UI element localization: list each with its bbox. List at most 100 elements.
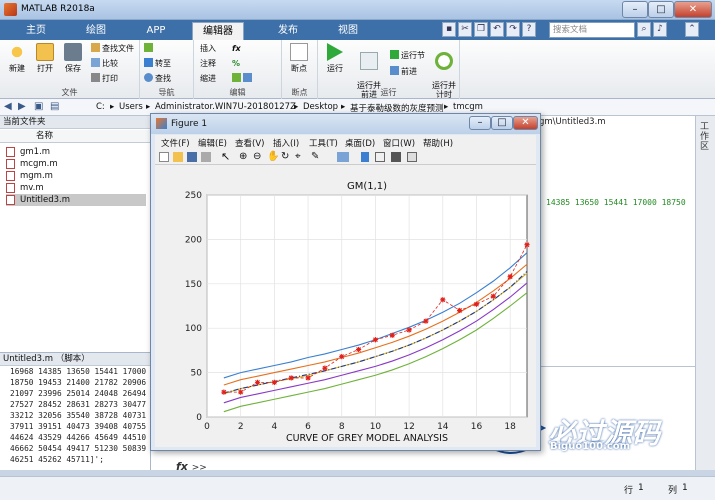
- zoom-in-icon[interactable]: ⊕: [239, 151, 247, 162]
- breakpoints-button[interactable]: 断点: [286, 43, 312, 74]
- print-figure-icon[interactable]: [201, 152, 211, 162]
- goto-line-icon[interactable]: [144, 43, 155, 55]
- breadcrumb-admin[interactable]: Administrator.WIN7U-20180127Z: [155, 102, 296, 112]
- col-value: 1: [682, 483, 688, 493]
- fig-menu-window[interactable]: 窗口(W): [383, 137, 415, 149]
- m-file-icon: [6, 171, 15, 181]
- figure-icon: [156, 118, 167, 129]
- save-figure-icon[interactable]: [187, 152, 197, 162]
- file-item[interactable]: mv.m: [6, 182, 146, 194]
- undo-icon[interactable]: ↶: [490, 22, 504, 37]
- editor-tab[interactable]: gm\Untitled3.m: [539, 117, 606, 127]
- workspace-sidebar[interactable]: 工作区: [695, 116, 715, 470]
- save-icon[interactable]: ▪: [442, 22, 456, 37]
- command-prompt[interactable]: fx >>: [176, 460, 207, 473]
- collapse-ribbon-icon[interactable]: ⌃: [685, 22, 699, 37]
- maximize-button[interactable]: □: [648, 1, 674, 18]
- x-tick-label: 14: [437, 422, 449, 432]
- fig-menu-insert[interactable]: 插入(I): [273, 137, 299, 149]
- figure-minimize-button[interactable]: –: [469, 116, 491, 130]
- colorbar-icon[interactable]: [361, 152, 369, 162]
- insert-button[interactable]: 插入: [200, 43, 216, 55]
- run-advance-icon: [360, 52, 378, 70]
- run-button[interactable]: 运行: [322, 43, 348, 74]
- fig-menu-help[interactable]: 帮助(H): [423, 137, 453, 149]
- redo-icon[interactable]: ↷: [506, 22, 520, 37]
- figure-window[interactable]: Figure 1 – □ ✕ 文件(F) 编辑(E) 查看(V) 插入(I) 工…: [150, 113, 541, 451]
- title-bar: MATLAB R2018a – □ ✕: [0, 0, 715, 20]
- indent-icon[interactable]: [232, 73, 254, 85]
- file-item[interactable]: mcgm.m: [6, 158, 146, 170]
- new-figure-icon[interactable]: [159, 152, 169, 162]
- tab-apps[interactable]: APP: [130, 22, 182, 40]
- fig-menu-edit[interactable]: 编辑(E): [198, 137, 227, 149]
- save-button[interactable]: 保存: [60, 43, 86, 74]
- figure-canvas[interactable]: 0 2 4 6 8 10 12 14 16 18 0 50 100 150 200 250 GM(1,1) CUR…: [155, 165, 536, 447]
- figure-maximize-button[interactable]: □: [491, 116, 513, 130]
- help-icon[interactable]: ?: [522, 22, 536, 37]
- tab-view[interactable]: 视图: [322, 22, 374, 40]
- detail-line: 46251 45262 45711]';: [10, 455, 104, 464]
- percent-icon[interactable]: %: [232, 58, 240, 70]
- zoom-out-icon[interactable]: ⊖: [253, 151, 261, 162]
- comment-button[interactable]: 注释: [200, 58, 216, 70]
- tab-plots[interactable]: 绘图: [70, 22, 122, 40]
- search-input[interactable]: 搜索文档: [549, 22, 635, 38]
- breadcrumb-users[interactable]: Users: [119, 102, 143, 112]
- fig-menu-file[interactable]: 文件(F): [161, 137, 190, 149]
- link-icon[interactable]: [337, 152, 349, 162]
- file-item[interactable]: gm1.m: [6, 146, 146, 158]
- figure-title-bar[interactable]: Figure 1 – □ ✕: [151, 114, 540, 134]
- open-file-icon[interactable]: [173, 152, 183, 162]
- goto-button[interactable]: 转至: [144, 58, 171, 70]
- breadcrumb-desktop[interactable]: Desktop: [303, 102, 338, 112]
- open-button[interactable]: 打开: [32, 43, 58, 74]
- close-button[interactable]: ✕: [674, 1, 712, 18]
- fx-button[interactable]: fx: [232, 43, 241, 55]
- pointer-icon[interactable]: ↖: [221, 150, 230, 163]
- back-icon[interactable]: ◀: [4, 101, 12, 112]
- find-button[interactable]: 查找: [144, 73, 171, 85]
- run-section-button[interactable]: 运行节: [390, 50, 425, 62]
- forward-icon[interactable]: ▶: [18, 101, 26, 112]
- name-column-header[interactable]: 名称: [0, 130, 150, 143]
- dock-icon[interactable]: [407, 152, 417, 162]
- tab-editor[interactable]: 编辑器: [192, 22, 244, 40]
- breadcrumb-tmcgm[interactable]: tmcgm: [453, 102, 483, 112]
- rotate-icon[interactable]: ↻: [281, 151, 289, 162]
- breakpoints-group: 断点 断点: [282, 40, 318, 99]
- new-button[interactable]: 新建: [4, 43, 30, 74]
- cut-icon[interactable]: ✂: [458, 22, 472, 37]
- brush-icon[interactable]: ✎: [311, 151, 319, 162]
- detail-line: 21097 23996 25014 24048 26494: [10, 389, 147, 398]
- search-icon[interactable]: ⌕: [637, 22, 651, 37]
- tab-publish[interactable]: 发布: [262, 22, 314, 40]
- plot-tools-icon[interactable]: [391, 152, 401, 162]
- find-files-button[interactable]: 查找文件: [91, 43, 134, 55]
- compare-button[interactable]: 比较: [91, 58, 118, 70]
- figure-close-button[interactable]: ✕: [513, 116, 538, 130]
- fig-menu-desktop[interactable]: 桌面(D): [345, 137, 375, 149]
- legend-icon[interactable]: [375, 152, 385, 162]
- notification-icon[interactable]: ♪: [653, 22, 667, 37]
- matlab-logo-icon: [4, 3, 17, 16]
- detail-line: 44624 43529 44266 45649 44510: [10, 433, 147, 442]
- print-button[interactable]: 打印: [91, 73, 118, 85]
- copy-icon[interactable]: ❐: [474, 22, 488, 37]
- chart-svg[interactable]: 0 2 4 6 8 10 12 14 16 18 0 50 100 150 200 250 GM(1,1) CUR…: [155, 165, 536, 447]
- data-cursor-icon[interactable]: ⌖: [295, 151, 301, 162]
- advance-button[interactable]: 前进: [390, 66, 417, 78]
- fig-menu-view[interactable]: 查看(V): [235, 137, 264, 149]
- indent-button[interactable]: 缩进: [200, 73, 216, 85]
- minimize-button[interactable]: –: [622, 1, 648, 18]
- fig-menu-tools[interactable]: 工具(T): [309, 137, 338, 149]
- run-section-icon: [390, 50, 399, 59]
- breadcrumb-drive[interactable]: C:: [96, 102, 105, 112]
- file-item-selected[interactable]: Untitled3.m: [6, 194, 146, 206]
- folder-up-icon[interactable]: ▣: [34, 101, 43, 112]
- browse-icon[interactable]: ▤: [50, 101, 59, 112]
- file-item[interactable]: mgm.m: [6, 170, 146, 182]
- pan-icon[interactable]: ✋: [267, 151, 279, 162]
- tab-home[interactable]: 主页: [10, 22, 62, 40]
- editor-code-line[interactable]: 14385 13650 15441 17000 18750: [546, 198, 686, 207]
